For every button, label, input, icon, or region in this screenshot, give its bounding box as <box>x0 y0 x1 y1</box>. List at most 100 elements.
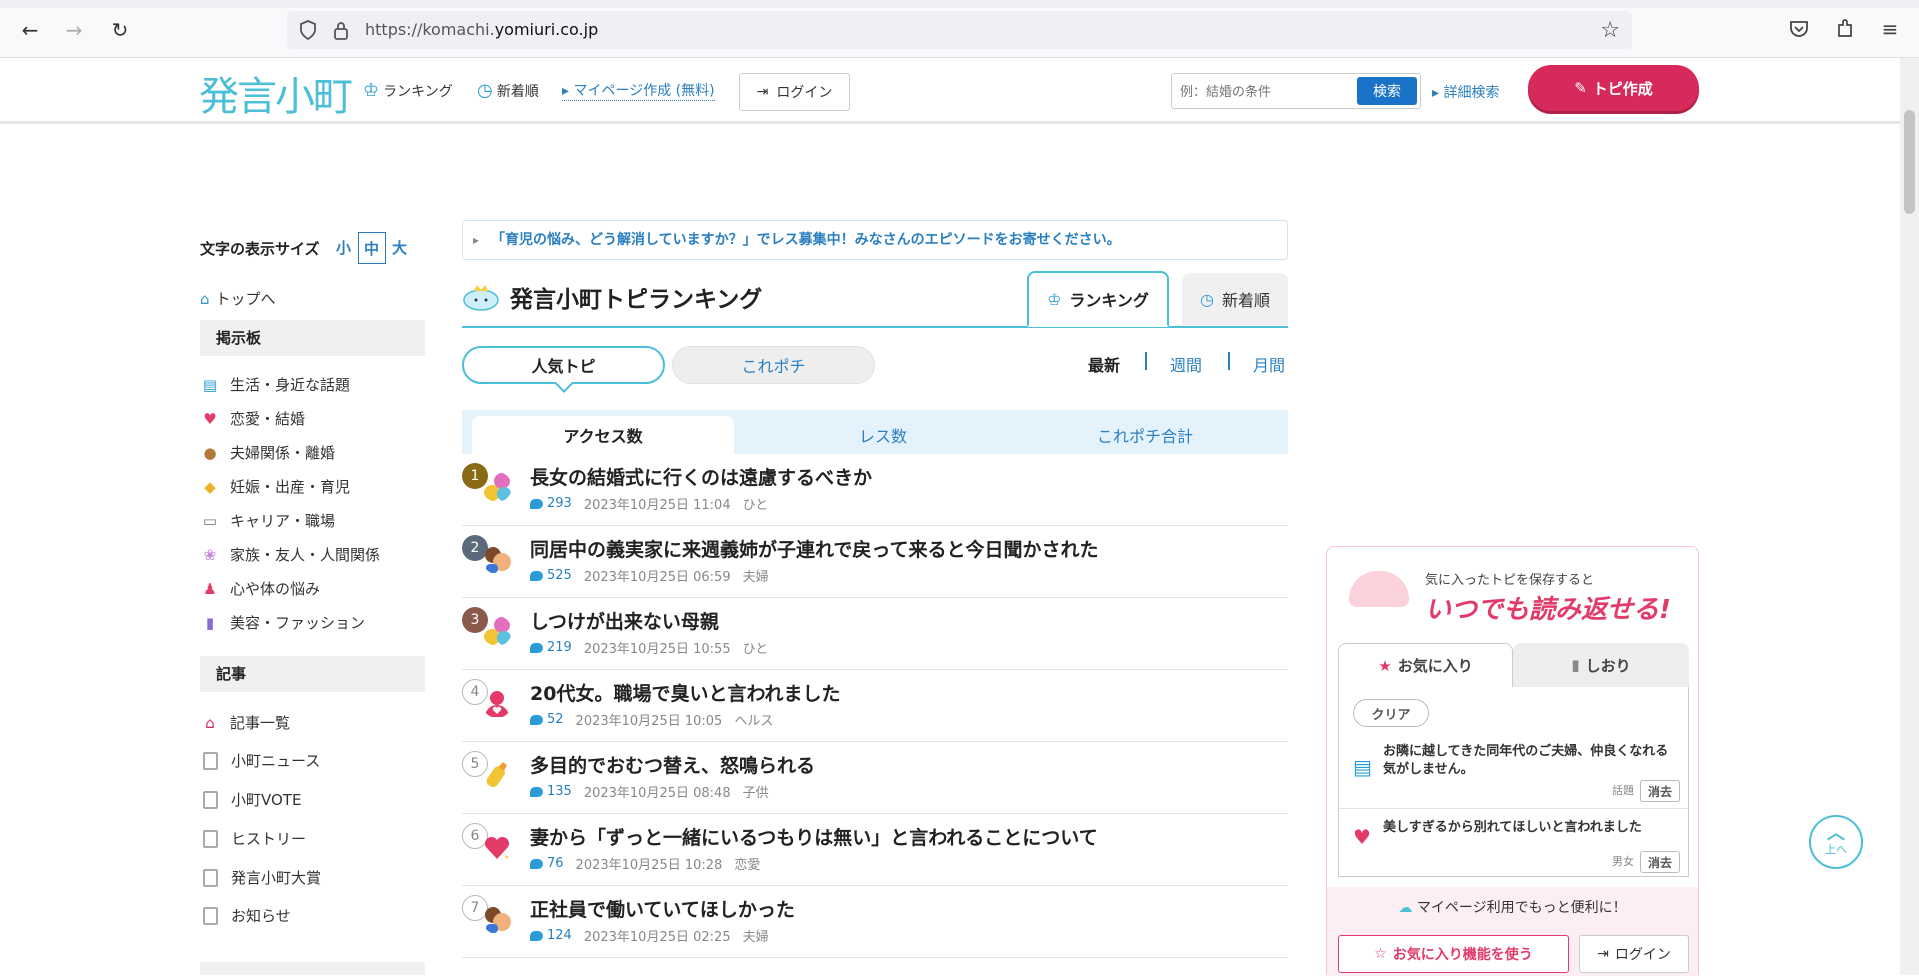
topic-date: 2023年10月25日 10:28 <box>575 858 723 873</box>
back-to-top-button[interactable]: ︿ 上へ <box>1809 815 1863 869</box>
topic-row[interactable]: 1 長女の結婚式に行くのは遠慮するべきか 293 2023年10月25日 11:… <box>462 454 1288 526</box>
period-month[interactable]: 月間 <box>1253 352 1285 376</box>
document-icon <box>203 829 218 848</box>
login-button[interactable]: ⇥ ログイン <box>739 73 850 111</box>
topic-title[interactable]: 正社員で働いていてほしかった <box>530 895 795 922</box>
advanced-search-link[interactable]: ▸ 詳細検索 <box>1432 82 1499 102</box>
sidebar-item-life[interactable]: ▤ 生活・身近な話題 <box>200 374 350 395</box>
sidebar-item-award[interactable]: 発言小町大賞 <box>200 867 321 888</box>
font-size-selector: 文字の表示サイズ 小 中 大 <box>200 232 414 264</box>
favorite-item[interactable]: ♥ 美しすぎるから別れてほしいと言われました 男女 消去 <box>1339 809 1688 879</box>
period-latest[interactable]: 最新 <box>1088 352 1120 376</box>
address-bar[interactable]: https://komachi.yomiuri.co.jp ☆ <box>287 11 1632 49</box>
sidebar-item-beauty[interactable]: ▮ 美容・ファッション <box>200 612 365 633</box>
topic-category: ひと <box>742 498 769 513</box>
search-box: 検索 <box>1171 73 1421 109</box>
sort-tab-res[interactable]: レス数 <box>752 416 1014 454</box>
topic-meta: 52 2023年10月25日 10:05 ヘルス <box>530 710 773 729</box>
topic-row[interactable]: 7 正社員で働いていてほしかった 124 2023年10月25日 02:25 夫… <box>462 886 1288 958</box>
tab-bookmark[interactable]: ▮ しおり <box>1513 643 1689 687</box>
create-topic-button[interactable]: ✎ トピ作成 <box>1528 65 1699 111</box>
forward-icon[interactable]: → <box>60 16 88 44</box>
font-size-medium[interactable]: 中 <box>357 232 386 264</box>
tab-ranking[interactable]: ♔ ランキング <box>1027 271 1169 327</box>
sidebar-top-link[interactable]: ⌂ トップへ <box>200 288 276 309</box>
topic-title[interactable]: 妻から「ずっと一緒にいるつもりは無い」と言われることについて <box>530 823 1098 850</box>
favorite-item[interactable]: ▤ お隣に越してきた同年代のご夫婦、仲良くなれる気がしません。 話題 消去 <box>1339 739 1688 809</box>
clear-button[interactable]: クリア <box>1353 699 1429 727</box>
favorite-item-title[interactable]: 美しすぎるから別れてほしいと言われました <box>1383 819 1673 837</box>
back-to-top-label: 上へ <box>1825 843 1847 856</box>
site-logo[interactable]: 発言小町 <box>199 64 353 122</box>
sort-tab-korepochi[interactable]: これポチ合計 <box>1014 416 1276 454</box>
document-icon <box>203 751 218 770</box>
topic-title[interactable]: 長女の結婚式に行くのは遠慮するべきか <box>530 463 872 490</box>
topic-title[interactable]: 多目的でおむつ替え、怒鳴られる <box>530 751 815 778</box>
delete-button[interactable]: 消去 <box>1640 780 1680 802</box>
scrollbar-thumb[interactable] <box>1904 110 1915 214</box>
font-size-large[interactable]: 大 <box>386 232 414 264</box>
scrollbar[interactable] <box>1900 58 1919 975</box>
clock-icon: ◷ <box>1200 289 1214 309</box>
sidebar-item-love[interactable]: ♥ 恋愛・結婚 <box>200 408 305 429</box>
extensions-icon[interactable] <box>1832 16 1858 42</box>
comment-icon <box>530 930 543 941</box>
sidebar-item-vote[interactable]: 小町VOTE <box>200 789 301 810</box>
use-favorites-button[interactable]: ☆ お気に入り機能を使う <box>1338 935 1569 973</box>
couple-icon: ● <box>203 443 217 462</box>
bookmark-star-icon[interactable]: ☆ <box>1600 18 1620 43</box>
favorites-login-label: ログイン <box>1614 947 1671 963</box>
tab-favorites[interactable]: ★ お気に入り <box>1338 643 1513 687</box>
sort-tab-access[interactable]: アクセス数 <box>472 416 734 454</box>
recruit-notice-link[interactable]: 「育児の悩み、どう解消していますか？」でレス募集中！みなさんのエピソードをお寄せ… <box>462 220 1288 260</box>
topic-title[interactable]: しつけが出来ない母親 <box>530 607 719 634</box>
topic-row[interactable]: 3 しつけが出来ない母親 219 2023年10月25日 10:55 ひと <box>462 598 1288 670</box>
topic-date: 2023年10月25日 06:59 <box>583 570 731 585</box>
pill-korepochi[interactable]: これポチ <box>672 346 875 384</box>
topic-row[interactable]: 2 同居中の義実家に来週義姉が子連れで戻って来ると今日聞かされた 525 202… <box>462 526 1288 598</box>
comment-icon <box>530 714 543 725</box>
heart-icon <box>484 836 510 862</box>
topic-row[interactable]: 6 妻から「ずっと一緒にいるつもりは無い」と言われることについて 76 2023… <box>462 814 1288 886</box>
sidebar-item-news[interactable]: 小町ニュース <box>200 750 320 771</box>
sidebar-item-career[interactable]: ▭ キャリア・職場 <box>200 510 335 531</box>
login-label: ログイン <box>776 85 833 101</box>
favorite-item-category: 話題 <box>1612 784 1634 797</box>
sidebar-item-history[interactable]: ヒストリー <box>200 828 306 849</box>
topic-title[interactable]: 20代女。職場で臭いと言われました <box>530 679 841 706</box>
sidebar-item-notice[interactable]: お知らせ <box>200 905 291 926</box>
tab-ranking-label: ランキング <box>1069 291 1149 310</box>
sidebar-item-label: お知らせ <box>231 907 291 925</box>
sidebar-item-family[interactable]: ❀ 家族・友人・人間関係 <box>200 544 380 565</box>
topic-row[interactable]: 4 20代女。職場で臭いと言われました 52 2023年10月25日 10:05… <box>462 670 1288 742</box>
font-size-small[interactable]: 小 <box>330 232 358 264</box>
topic-row[interactable]: 5 多目的でおむつ替え、怒鳴られる 135 2023年10月25日 08:48 … <box>462 742 1288 814</box>
pill-popular[interactable]: 人気トピ <box>462 346 665 384</box>
monitor-icon: ▭ <box>202 511 218 530</box>
search-button[interactable]: 検索 <box>1357 77 1417 105</box>
mypage-create-link[interactable]: ▸ マイページ作成 (無料) <box>562 80 715 101</box>
article-list-icon: ⌂ <box>205 713 215 732</box>
delete-button[interactable]: 消去 <box>1640 851 1680 873</box>
favorites-login-button[interactable]: ⇥ ログイン <box>1579 935 1689 973</box>
tab-new[interactable]: ◷ 新着順 <box>1182 273 1288 325</box>
back-icon[interactable]: ← <box>16 16 44 44</box>
sidebar-item-couple[interactable]: ● 夫婦関係・離婚 <box>200 442 335 463</box>
nav-new[interactable]: ◷ 新着順 <box>477 80 539 101</box>
pocket-icon[interactable] <box>1786 16 1812 42</box>
reload-icon[interactable]: ↻ <box>106 16 134 44</box>
nav-ranking[interactable]: ♔ ランキング <box>363 80 453 101</box>
shield-icon[interactable] <box>299 20 317 40</box>
tab-new-label: 新着順 <box>1221 291 1270 310</box>
sidebar-item-health[interactable]: ♟ 心や体の悩み <box>200 578 320 599</box>
topic-title[interactable]: 同居中の義実家に来週義姉が子連れで戻って来ると今日聞かされた <box>530 535 1098 562</box>
menu-icon[interactable]: ≡ <box>1877 16 1903 42</box>
tab-strip <box>0 0 1919 8</box>
period-week[interactable]: 週間 <box>1170 352 1202 376</box>
search-input[interactable] <box>1172 74 1358 108</box>
lock-icon[interactable] <box>333 20 349 40</box>
favorite-item-title[interactable]: お隣に越してきた同年代のご夫婦、仲良くなれる気がしません。 <box>1383 743 1673 779</box>
topic-category: 子供 <box>742 786 769 801</box>
sidebar-item-articles[interactable]: ⌂ 記事一覧 <box>200 712 290 733</box>
sidebar-item-parenting[interactable]: ◆ 妊娠・出産・育児 <box>200 476 350 497</box>
